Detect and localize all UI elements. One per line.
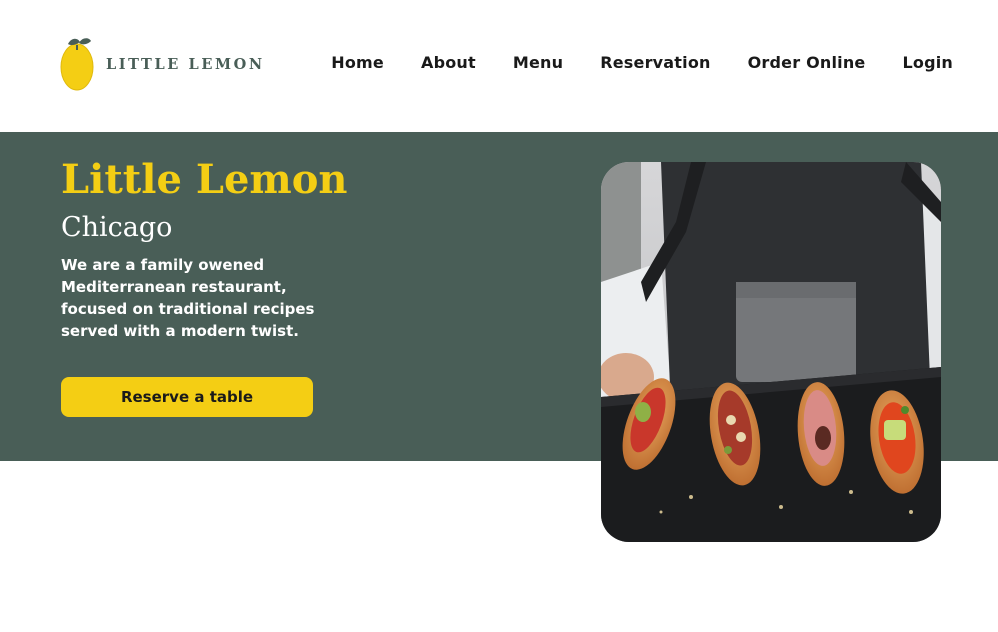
reserve-table-button[interactable]: Reserve a table: [61, 377, 313, 417]
nav-login[interactable]: Login: [902, 53, 953, 72]
hero-description: We are a family owened Mediterranean res…: [61, 256, 315, 340]
hero-food-image: [601, 162, 941, 542]
nav-home[interactable]: Home: [331, 53, 384, 72]
nav-menu[interactable]: Menu: [513, 53, 563, 72]
nav-order-online[interactable]: Order Online: [748, 53, 866, 72]
main-nav: Home About Menu Reservation Order Online…: [331, 53, 953, 72]
lemon-icon: [60, 38, 94, 91]
hero-title: Little Lemon: [61, 156, 348, 203]
logo-text: LITTLE LEMON: [106, 55, 265, 73]
site-header: LITTLE LEMON Home About Menu Reservation…: [0, 0, 998, 132]
nav-about[interactable]: About: [421, 53, 476, 72]
hero-subtitle: Chicago: [61, 212, 173, 243]
logo[interactable]: LITTLE LEMON: [60, 36, 265, 92]
nav-reservation[interactable]: Reservation: [600, 53, 710, 72]
